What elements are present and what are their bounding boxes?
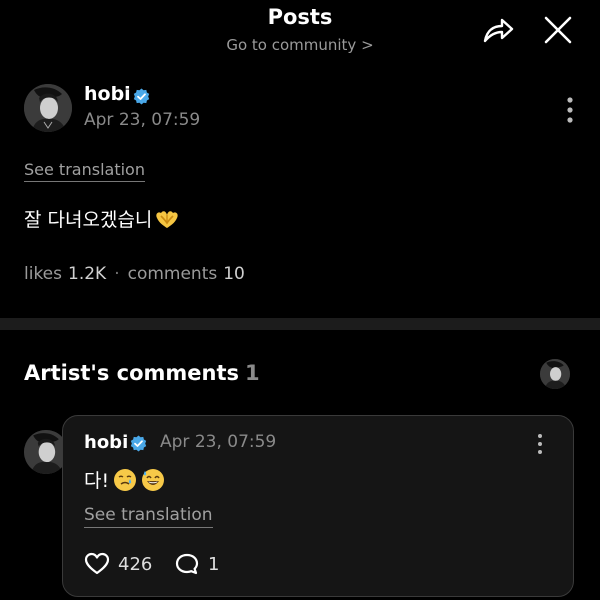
comment-body: 다! (84, 466, 165, 493)
comment-author-name[interactable]: hobi (84, 432, 128, 453)
heart-icon (84, 552, 110, 575)
kebab-menu-icon (567, 97, 573, 123)
post-body: 잘 다녀오겠습니 (24, 205, 180, 232)
comment-more-options-button[interactable] (530, 432, 550, 456)
comment-bubble-icon (175, 553, 199, 575)
likes-label: likes (24, 264, 63, 284)
comments-label: comments (127, 264, 218, 284)
artist-comments-count: 1 (245, 361, 260, 385)
crying-smile-emoji-icon (114, 468, 137, 491)
kebab-menu-icon (538, 434, 542, 454)
share-button[interactable] (480, 12, 516, 48)
stats-separator: · (114, 264, 120, 284)
post-stats: likes 1.2K · comments 10 (24, 264, 245, 284)
post-timestamp: Apr 23, 07:59 (84, 110, 201, 130)
comments-count[interactable]: 10 (223, 264, 245, 284)
like-button[interactable]: 426 (84, 552, 152, 576)
comment-body-text: 다! (84, 470, 110, 492)
section-divider (0, 318, 600, 330)
likes-count[interactable]: 1.2K (68, 264, 106, 284)
post-body-text: 잘 다녀오겠습니 (24, 209, 153, 231)
reply-count: 1 (208, 553, 220, 575)
reply-button[interactable]: 1 (174, 552, 219, 576)
post-author-name[interactable]: hobi (84, 83, 131, 105)
verified-badge-icon (133, 88, 150, 105)
share-icon (483, 18, 514, 43)
artist-avatar[interactable] (540, 359, 570, 389)
see-translation-link[interactable]: See translation (24, 160, 145, 182)
artist-comments-title: Artist's comments (24, 361, 239, 385)
comment-see-translation-link[interactable]: See translation (84, 505, 213, 528)
avatar[interactable] (24, 84, 72, 132)
close-icon (544, 16, 572, 44)
comment-timestamp: Apr 23, 07:59 (160, 432, 277, 452)
more-options-button[interactable] (558, 95, 582, 129)
sweat-smile-emoji-icon (142, 468, 165, 491)
verified-badge-icon (130, 435, 147, 452)
header: Posts Go to community > (0, 0, 600, 62)
like-count: 426 (118, 553, 153, 575)
close-button[interactable] (540, 12, 576, 48)
heart-hands-emoji-icon (156, 210, 179, 228)
